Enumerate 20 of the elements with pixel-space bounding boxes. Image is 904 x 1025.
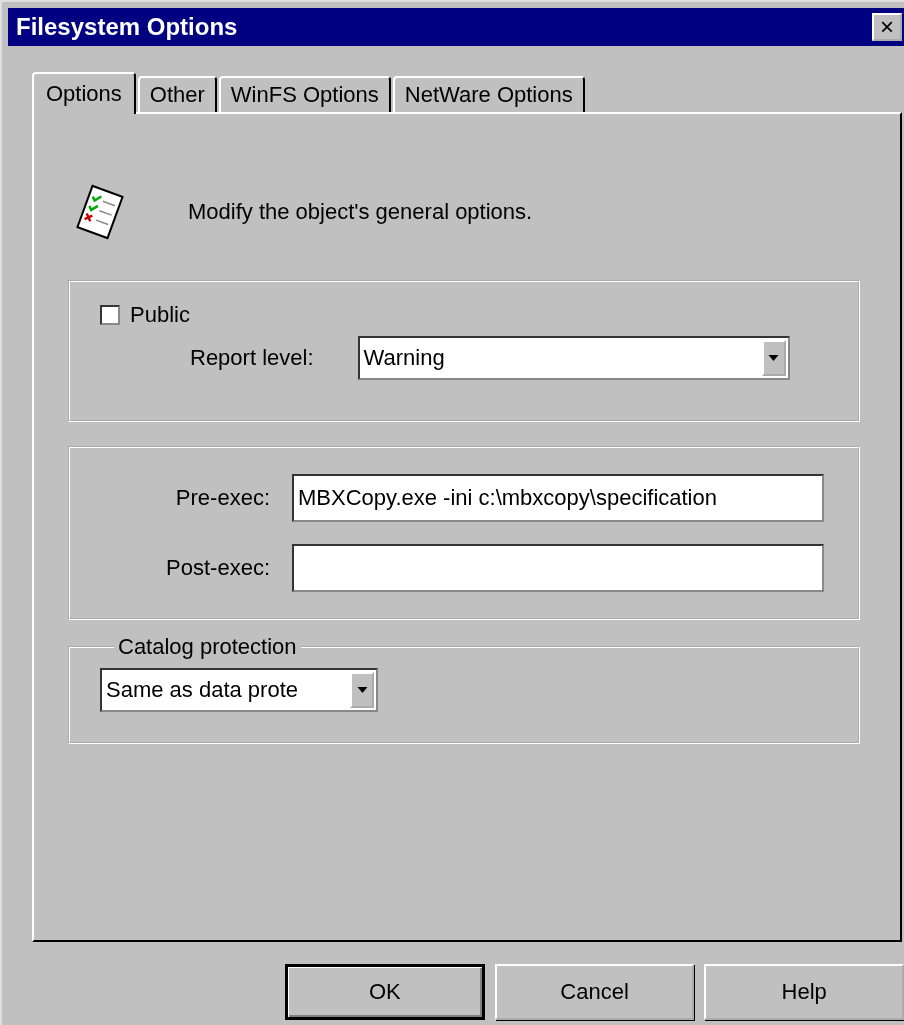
tab[interactable]: Other [137,76,217,112]
report-level-label: Report level: [190,345,314,371]
exec-label: Post-exec: [166,555,270,581]
exec-label: Pre-exec: [175,485,270,511]
group-legend: Catalog protection [114,634,301,660]
dialog-button[interactable]: Help [704,964,904,1020]
dialog-button[interactable]: Cancel [494,964,695,1020]
dialog-button[interactable]: OK [285,964,485,1020]
catalog-protection-dropdown[interactable]: Same as data prote [100,668,378,712]
tab[interactable]: NetWare Options [392,76,585,112]
tab[interactable]: WinFS Options [218,76,391,112]
close-button[interactable]: × [872,13,902,41]
window-title: Filesystem Options [16,13,238,41]
description-text: Modify the object's general options. [188,199,533,225]
tab[interactable]: Options [32,72,136,114]
command-field[interactable] [292,544,824,592]
public-checkbox[interactable] [100,305,120,325]
report-level-dropdown[interactable]: Warning [357,336,790,380]
public-label: Public [130,302,190,328]
command-field[interactable]: MBXCopy.exe -ini c:\mbxcopy\specification [292,474,824,522]
